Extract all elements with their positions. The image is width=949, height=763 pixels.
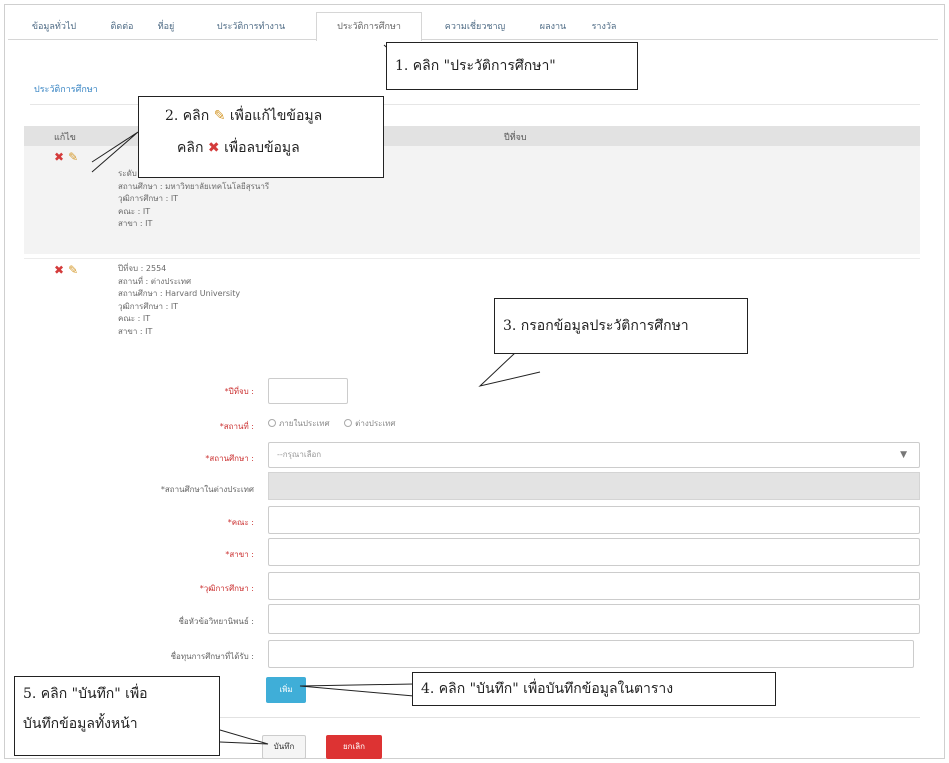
callout-step2-text-b: เพื่อแก้ไขข้อมูล <box>229 108 323 124</box>
callout-step2-text-a: 2. คลิก <box>165 108 210 124</box>
callout-step2-line1: 2. คลิก ✎ เพื่อแก้ไขข้อมูล <box>147 105 375 127</box>
delete-icon: ✖ <box>207 140 220 156</box>
callout-step3-text: 3. กรอกข้อมูลประวัติการศึกษา <box>503 318 689 334</box>
callout-step2-text-c: คลิก <box>177 140 204 156</box>
callout-pointer-5 <box>219 729 269 745</box>
callout-step4-text: 4. คลิก "บันทึก" เพื่อบันทึกข้อมูลในตารา… <box>421 681 674 697</box>
edit-pencil-icon: ✎ <box>213 108 226 124</box>
callout-step5-text-b: บันทึกข้อมูลทั้งหน้า <box>23 716 138 732</box>
callout-step3: 3. กรอกข้อมูลประวัติการศึกษา <box>494 298 748 354</box>
callout-pointer-3 <box>478 351 541 387</box>
callout-step1-text: 1. คลิก "ประวัติการศึกษา" <box>395 58 556 74</box>
callout-step5-text-a: 5. คลิก "บันทึก" เพื่อ <box>23 686 148 702</box>
callout-step4: 4. คลิก "บันทึก" เพื่อบันทึกข้อมูลในตารา… <box>412 672 776 706</box>
callout-step2: 2. คลิก ✎ เพื่อแก้ไขข้อมูล คลิก ✖ เพื่อล… <box>138 96 384 178</box>
callout-step1: 1. คลิก "ประวัติการศึกษา" <box>386 42 638 90</box>
callout-step2-line2: คลิก ✖ เพื่อลบข้อมูล <box>147 137 375 159</box>
callout-step5: 5. คลิก "บันทึก" เพื่อ บันทึกข้อมูลทั้งห… <box>14 676 220 756</box>
callout-pointer-2 <box>91 131 139 173</box>
callout-pointer-4 <box>299 683 415 697</box>
callout-step2-text-d: เพื่อลบข้อมูล <box>224 140 300 156</box>
